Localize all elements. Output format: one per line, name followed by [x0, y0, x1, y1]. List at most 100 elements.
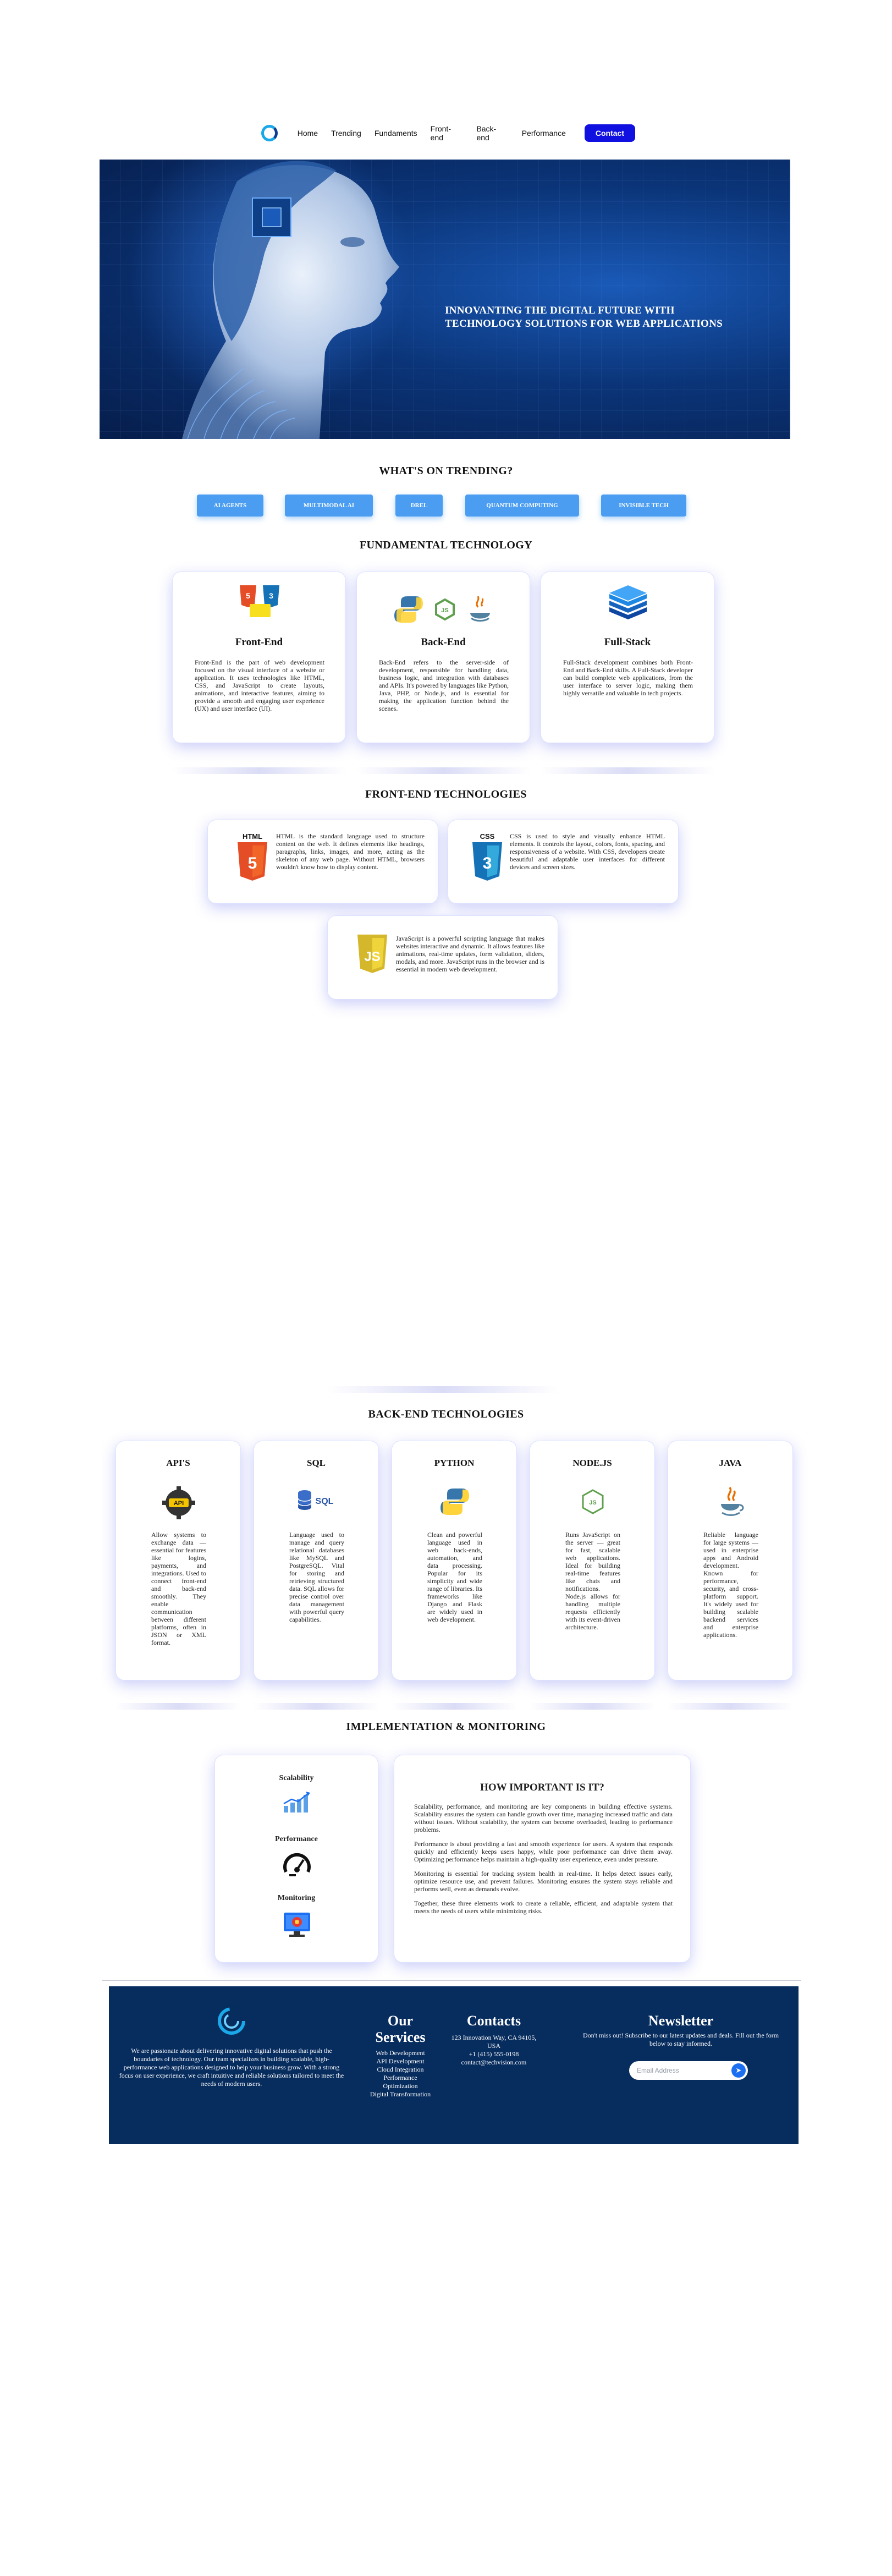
hero-title: INNOVANTING THE DIGITAL FUTURE WITH TECH… [445, 305, 723, 329]
tag-drel[interactable]: DREL [395, 495, 443, 517]
java-card: JAVA Reliable language for large systems… [668, 1441, 793, 1680]
html-card: HTML 5 HTML is the standard language use… [207, 820, 438, 904]
scalability-label: Scalability [279, 1774, 314, 1782]
backend-card: JS Back-End Back-End refers to the serve… [356, 572, 530, 743]
html-css-js-icon: 5 3 [240, 585, 279, 617]
sql-card: SQL SQL Language used to manage and quer… [254, 1441, 379, 1680]
robot-head-image [127, 160, 413, 439]
nav-backend[interactable]: Back-end [476, 124, 508, 142]
importance-heading: HOW IMPORTANT IS IT? [480, 1782, 604, 1793]
svg-text:JS: JS [589, 1500, 596, 1506]
contact-button[interactable]: Contact [584, 124, 635, 142]
tag-quantum-computing[interactable]: QUANTUM COMPUTING [465, 495, 579, 517]
svg-text:5: 5 [248, 854, 257, 872]
python-node-java-icon: JS [394, 596, 490, 623]
paragraph: Performance is about providing a fast an… [414, 1840, 673, 1863]
java-icon [721, 1487, 744, 1516]
js-text: JavaScript is a powerful scripting langu… [396, 935, 544, 973]
stack-layers-icon [609, 585, 647, 619]
svg-text:3: 3 [269, 591, 273, 600]
tag-multimodal-ai[interactable]: MULTIMODAL AI [285, 495, 373, 517]
performance-gauge-icon [283, 1853, 311, 1876]
card-title: Full-Stack [604, 636, 651, 648]
svg-text:3: 3 [483, 854, 492, 872]
contact-phone[interactable]: +1 (415) 555-0198 [450, 2050, 538, 2058]
footer-logo-icon [218, 2007, 245, 2035]
frontend-tech-title: FRONT-END TECHNOLOGIES [365, 788, 527, 800]
api-icon: API [162, 1486, 195, 1519]
implementation-title: IMPLEMENTATION & MONITORING [346, 1721, 546, 1733]
card-title: NODE.JS [572, 1458, 612, 1468]
svg-text:CSS: CSS [480, 832, 495, 841]
service-item[interactable]: API Development [367, 2057, 433, 2066]
metrics-card: Scalability Performance Monitoring [214, 1755, 378, 1963]
python-icon [441, 1489, 469, 1515]
card-text: Back-End refers to the server-side of de… [379, 658, 509, 712]
card-text: Language used to manage and query relati… [289, 1531, 344, 1623]
monitoring-screen-icon [284, 1913, 310, 1937]
newsletter-text: Don't miss out! Subscribe to our latest … [582, 2031, 779, 2047]
trending-title: WHAT'S ON TRENDING? [379, 465, 513, 477]
css3-icon: CSS 3 [472, 832, 502, 881]
monitoring-label: Monitoring [277, 1894, 316, 1902]
nodejs-icon: JS [582, 1489, 604, 1514]
svg-text:JS: JS [441, 607, 448, 614]
nav-trending[interactable]: Trending [331, 129, 361, 138]
services-title: Our Services [375, 2013, 426, 2045]
card-text: Runs JavaScript on the server — great fo… [565, 1531, 620, 1631]
service-item[interactable]: Web Development [367, 2049, 433, 2057]
fullstack-card: Full-Stack Full-Stack development combin… [541, 572, 714, 743]
nav-home[interactable]: Home [298, 129, 318, 138]
js-card: JS JavaScript is a powerful scripting la… [327, 915, 558, 999]
python-card: PYTHON Clean and powerful language used … [392, 1441, 517, 1680]
top-nav: Home Trending Fundaments Front-end Back-… [261, 122, 635, 144]
card-title: Front-End [235, 636, 283, 648]
send-icon[interactable]: ➤ [731, 2063, 746, 2078]
nav-performance[interactable]: Performance [522, 129, 566, 138]
paragraph: Monitoring is essential for tracking sys… [414, 1870, 673, 1893]
html5-icon: HTML 5 [238, 832, 267, 881]
card-text: Allow systems to exchange data — essenti… [151, 1531, 206, 1646]
performance-label: Performance [275, 1835, 318, 1843]
api-card: API'S API Allow systems to exchange data… [115, 1441, 241, 1680]
svg-text:SQL: SQL [316, 1497, 334, 1506]
svg-text:HTML: HTML [243, 832, 262, 841]
service-item[interactable]: Cloud Integration [367, 2066, 433, 2074]
tag-invisible-tech[interactable]: INVISIBLE TECH [601, 495, 686, 517]
service-item[interactable]: Digital Transformation [367, 2090, 433, 2099]
newsletter-email-field[interactable]: Email Address ➤ [629, 2061, 748, 2080]
card-text: Clean and powerful language used in web … [427, 1531, 482, 1623]
fundamental-title: FUNDAMENTAL TECHNOLOGY [359, 539, 533, 551]
importance-card: HOW IMPORTANT IS IT? Scalability, perfor… [394, 1755, 691, 1963]
logo-icon[interactable] [261, 125, 278, 141]
nodejs-card: NODE.JS JS Runs JavaScript on the server… [530, 1441, 655, 1680]
card-text: Full-Stack development combines both Fro… [563, 658, 693, 697]
card-text: Front-End is the part of web development… [195, 658, 324, 712]
hero-banner: INNOVANTING THE DIGITAL FUTURE WITH TECH… [100, 160, 790, 439]
card-title: SQL [306, 1458, 326, 1468]
contact-address: 123 Innovation Way, CA 94105, USA [451, 2034, 537, 2050]
svg-text:API: API [174, 1500, 184, 1507]
frontend-card: 5 3 Front-End Front-End is the part of w… [172, 572, 346, 743]
sql-database-icon: SQL [298, 1490, 334, 1510]
footer-about: We are passionate about delivering innov… [119, 2047, 344, 2088]
card-title: JAVA [719, 1458, 742, 1468]
services-list: Web Development API Development Cloud In… [367, 2049, 433, 2099]
service-item[interactable]: Performance Optimization [367, 2074, 433, 2090]
nav-fundaments[interactable]: Fundaments [375, 129, 417, 138]
backend-tech-title: BACK-END TECHNOLOGIES [368, 1408, 524, 1420]
importance-text: Scalability, performance, and monitoring… [414, 1803, 673, 1921]
javascript-icon: JS [357, 935, 387, 973]
contact-email[interactable]: contact@techvision.com [450, 2058, 538, 2067]
svg-text:5: 5 [246, 591, 250, 600]
footer: We are passionate about delivering innov… [109, 1986, 799, 2144]
scalability-chart-icon [283, 1792, 310, 1812]
card-title: Back-End [421, 636, 466, 648]
paragraph: Scalability, performance, and monitoring… [414, 1803, 673, 1833]
tag-ai-agents[interactable]: AI AGENTS [197, 495, 263, 517]
css-card: CSS 3 CSS is used to style and visually … [448, 820, 679, 904]
svg-text:JS: JS [364, 949, 380, 964]
html-text: HTML is the standard language used to st… [276, 832, 425, 871]
nav-frontend[interactable]: Front-end [431, 124, 464, 142]
card-title: PYTHON [434, 1458, 475, 1468]
